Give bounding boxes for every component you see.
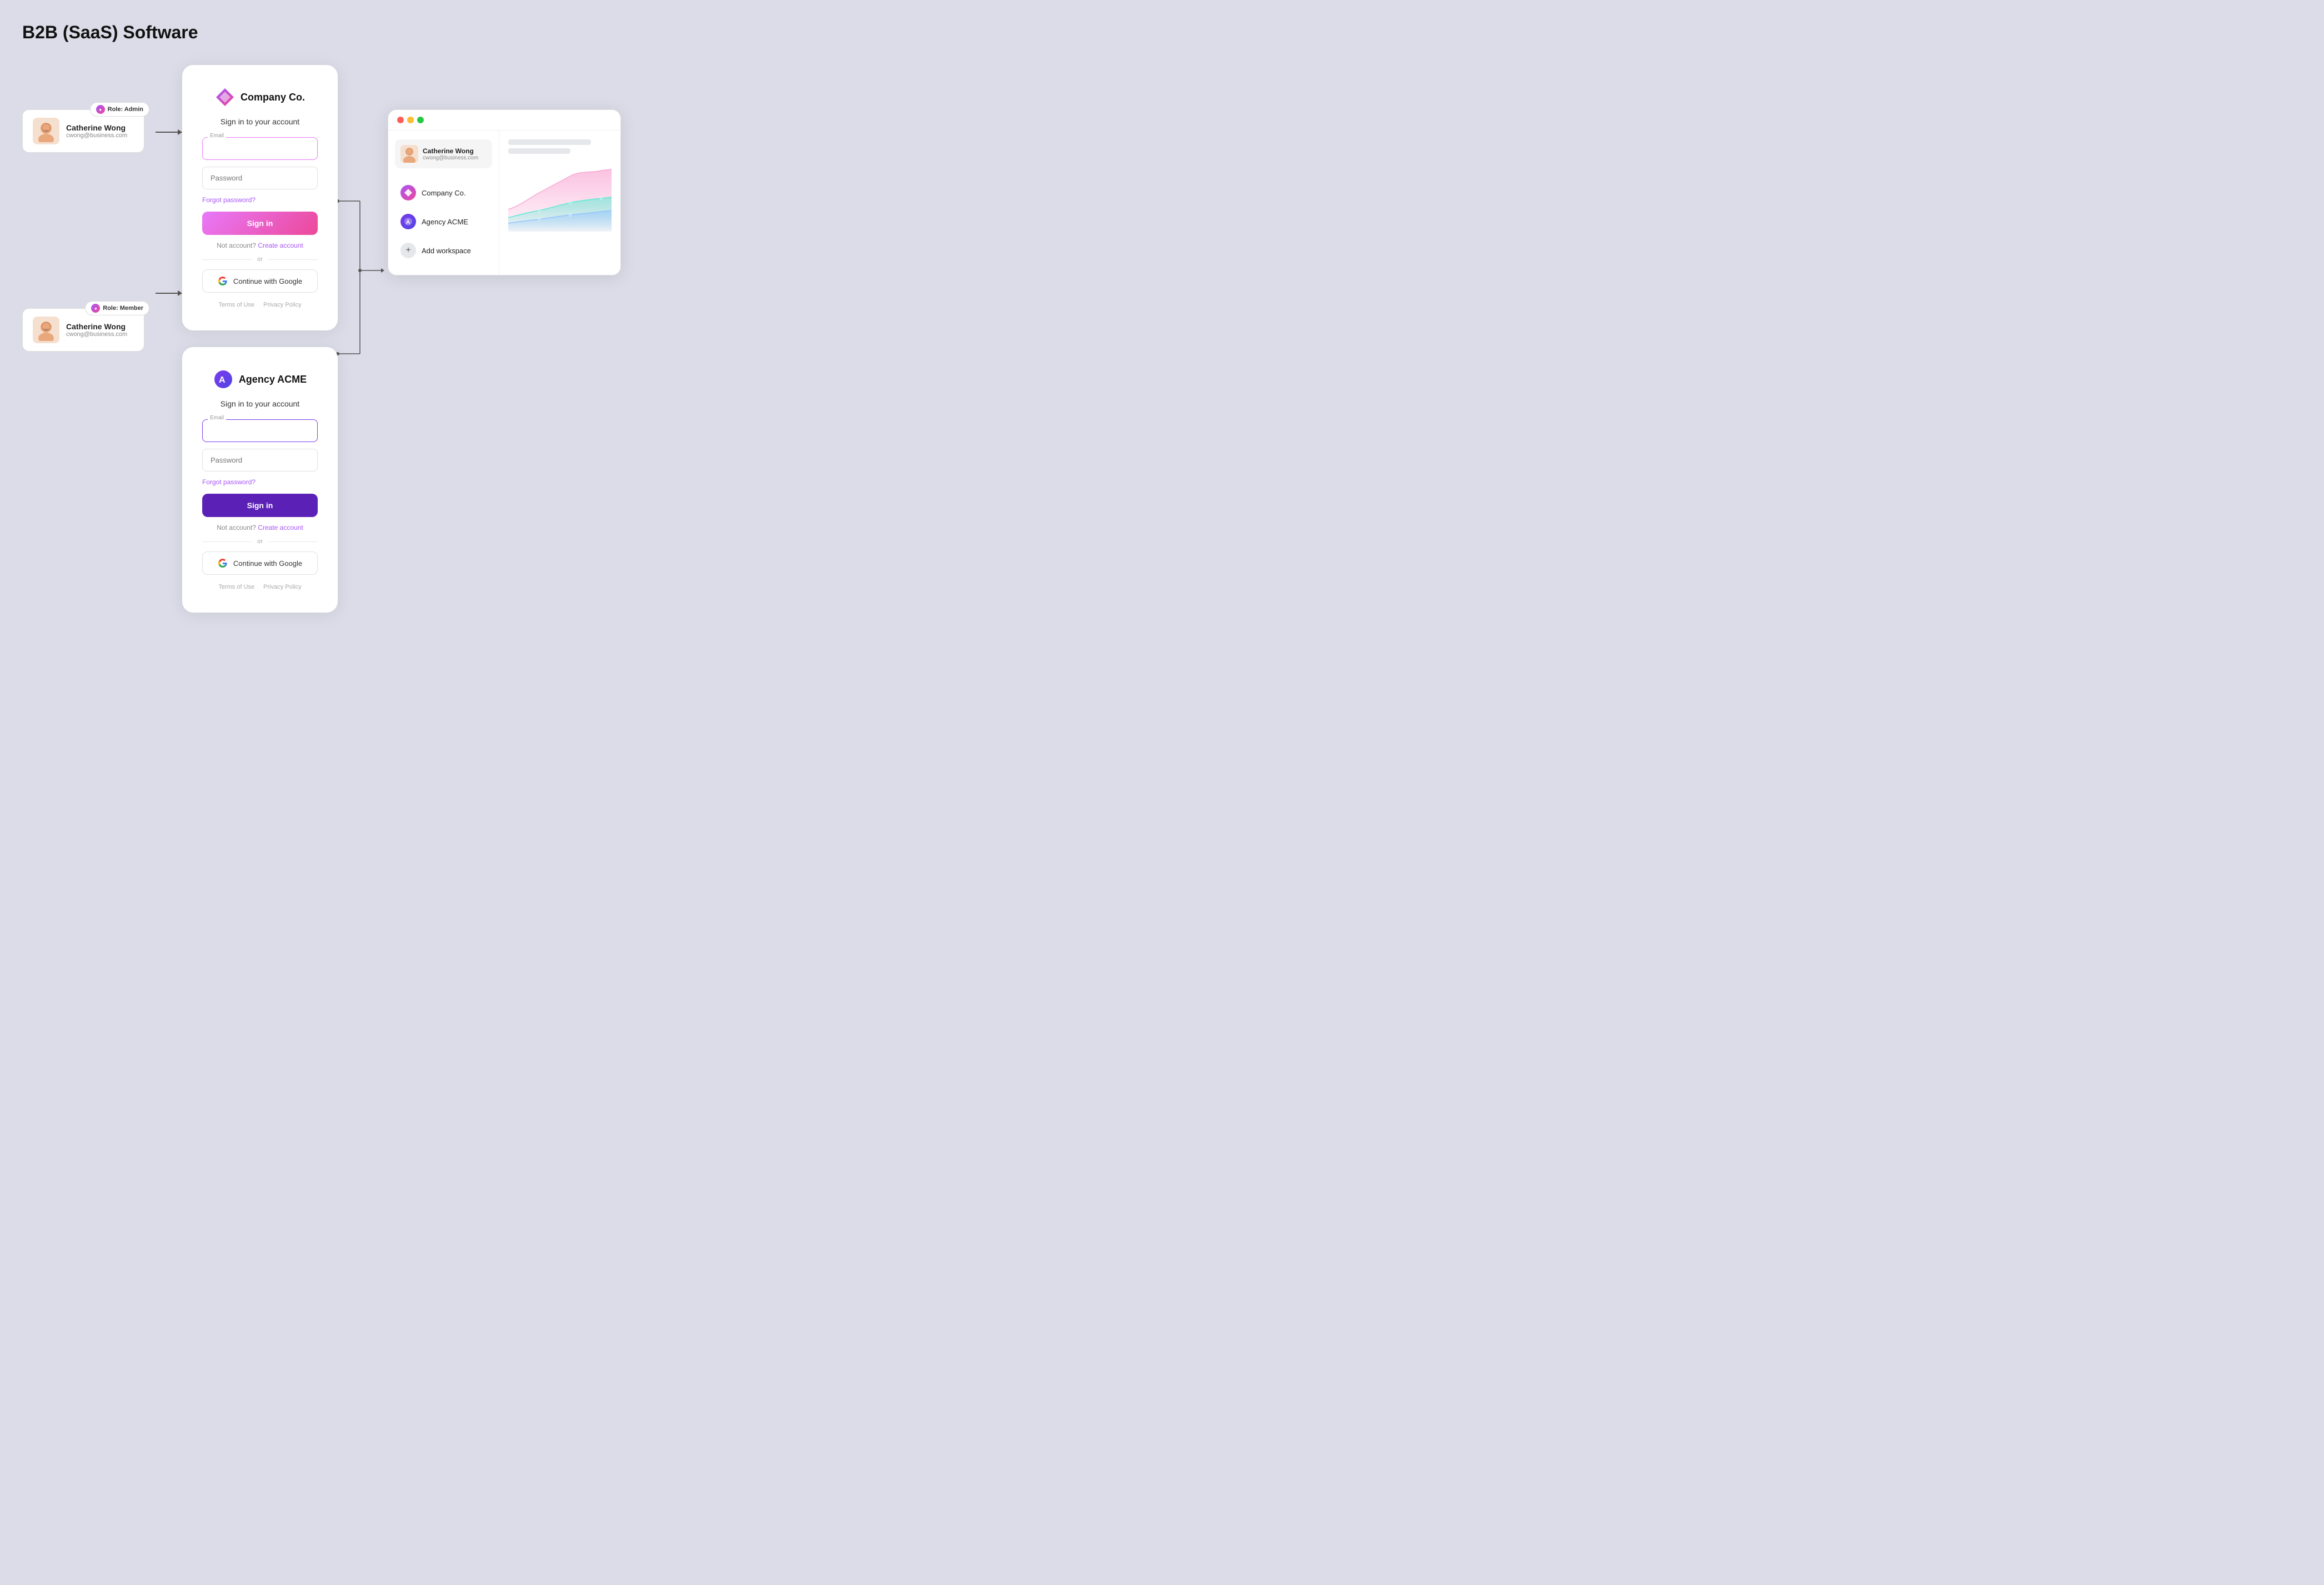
workspace-label-company: Company Co. — [422, 189, 465, 197]
chart-area — [508, 165, 612, 232]
user-name-member: Catherine Wong — [66, 322, 127, 331]
traffic-light-green — [417, 117, 424, 123]
agency-or-divider: or — [202, 538, 318, 545]
company-login-card: Company Co. Sign in to your account Emai… — [182, 65, 338, 330]
agency-subtitle: Sign in to your account — [202, 399, 318, 408]
google-icon-agency — [218, 558, 228, 568]
agency-sign-in-button[interactable]: Sign in — [202, 494, 318, 517]
role-icon: ● — [96, 105, 105, 114]
connector-lines — [338, 98, 382, 443]
agency-login-card: A Agency ACME Sign in to your account Em… — [182, 347, 338, 613]
user-email-member: cwong@business.com — [66, 331, 127, 338]
add-workspace-label: Add workspace — [422, 247, 471, 255]
agency-email-field[interactable]: Email — [202, 419, 318, 442]
company-email-input[interactable] — [202, 137, 318, 160]
avatar-admin — [33, 118, 59, 144]
google-icon — [218, 276, 228, 286]
traffic-light-red — [397, 117, 404, 123]
traffic-light-yellow — [407, 117, 414, 123]
agency-privacy-link[interactable]: Privacy Policy — [263, 584, 301, 590]
agency-password-field[interactable] — [202, 449, 318, 472]
profile-name: Catherine Wong — [423, 147, 478, 155]
profile-avatar — [400, 145, 418, 163]
arrow-member — [156, 290, 182, 296]
agency-no-account: Not account? Create account — [202, 524, 318, 531]
agency-logo: A Agency ACME — [202, 369, 318, 389]
company-no-account: Not account? Create account — [202, 242, 318, 249]
role-badge-member: ● Role: Member — [85, 301, 149, 315]
company-footer: Terms of Use Privacy Policy — [202, 302, 318, 308]
agency-footer: Terms of Use Privacy Policy — [202, 584, 318, 590]
role-icon-member: ● — [91, 304, 100, 313]
role-badge-admin: ● Role: Admin — [90, 102, 149, 117]
company-privacy-link[interactable]: Privacy Policy — [263, 302, 301, 308]
company-subtitle: Sign in to your account — [202, 117, 318, 126]
window-titlebar — [388, 110, 620, 131]
agency-email-input[interactable] — [202, 419, 318, 442]
company-create-account-link[interactable]: Create account — [258, 242, 303, 249]
agency-terms-link[interactable]: Terms of Use — [218, 584, 254, 590]
company-forgot-password[interactable]: Forgot password? — [202, 196, 318, 204]
arrow-admin — [156, 129, 182, 135]
role-label-member: Role: Member — [103, 305, 143, 312]
agency-password-input[interactable] — [202, 449, 318, 472]
company-password-field[interactable] — [202, 167, 318, 189]
company-logo-name: Company Co. — [241, 92, 305, 103]
company-terms-link[interactable]: Terms of Use — [218, 302, 254, 308]
user-email-admin: cwong@business.com — [66, 132, 127, 139]
agency-forgot-password[interactable]: Forgot password? — [202, 478, 318, 486]
company-email-field[interactable]: Email — [202, 137, 318, 160]
company-google-button[interactable]: Continue with Google — [202, 269, 318, 293]
company-sign-in-button[interactable]: Sign in — [202, 212, 318, 235]
agency-logo-name: Agency ACME — [239, 374, 307, 385]
svg-text:A: A — [406, 219, 410, 225]
workspace-item-company[interactable]: Company Co. — [395, 179, 492, 206]
avatar-member — [33, 317, 59, 343]
user-card-member: ● Role: Member Catherine Wong cwong@busi… — [22, 308, 144, 352]
workspace-icon-company — [400, 185, 416, 200]
workspace-item-agency[interactable]: A Agency ACME — [395, 208, 492, 235]
profile-email: cwong@business.com — [423, 155, 478, 161]
workspace-item-add[interactable]: + Add workspace — [395, 237, 492, 264]
profile-section: Catherine Wong cwong@business.com — [395, 139, 492, 168]
app-window: Catherine Wong cwong@business.com Com — [388, 109, 621, 275]
role-label-admin: Role: Admin — [108, 106, 143, 113]
window-sidebar: Catherine Wong cwong@business.com Com — [388, 131, 499, 275]
company-email-label: Email — [208, 133, 226, 139]
user-name-admin: Catherine Wong — [66, 123, 127, 132]
company-or-divider: or — [202, 256, 318, 263]
svg-text:A: A — [219, 375, 226, 385]
page-title: B2B (SaaS) Software — [22, 22, 2302, 43]
workspace-label-agency: Agency ACME — [422, 218, 468, 226]
agency-create-account-link[interactable]: Create account — [258, 524, 303, 531]
company-password-input[interactable] — [202, 167, 318, 189]
user-card-admin: ● Role: Admin Catherine Wong cwong@busin… — [22, 109, 144, 153]
content-placeholder-2 — [508, 148, 570, 154]
agency-email-label: Email — [208, 415, 226, 421]
agency-google-button[interactable]: Continue with Google — [202, 551, 318, 575]
company-logo: Company Co. — [202, 87, 318, 107]
workspace-icon-agency: A — [400, 214, 416, 229]
content-placeholder-1 — [508, 139, 591, 145]
add-workspace-icon: + — [400, 243, 416, 258]
window-content — [499, 131, 620, 275]
